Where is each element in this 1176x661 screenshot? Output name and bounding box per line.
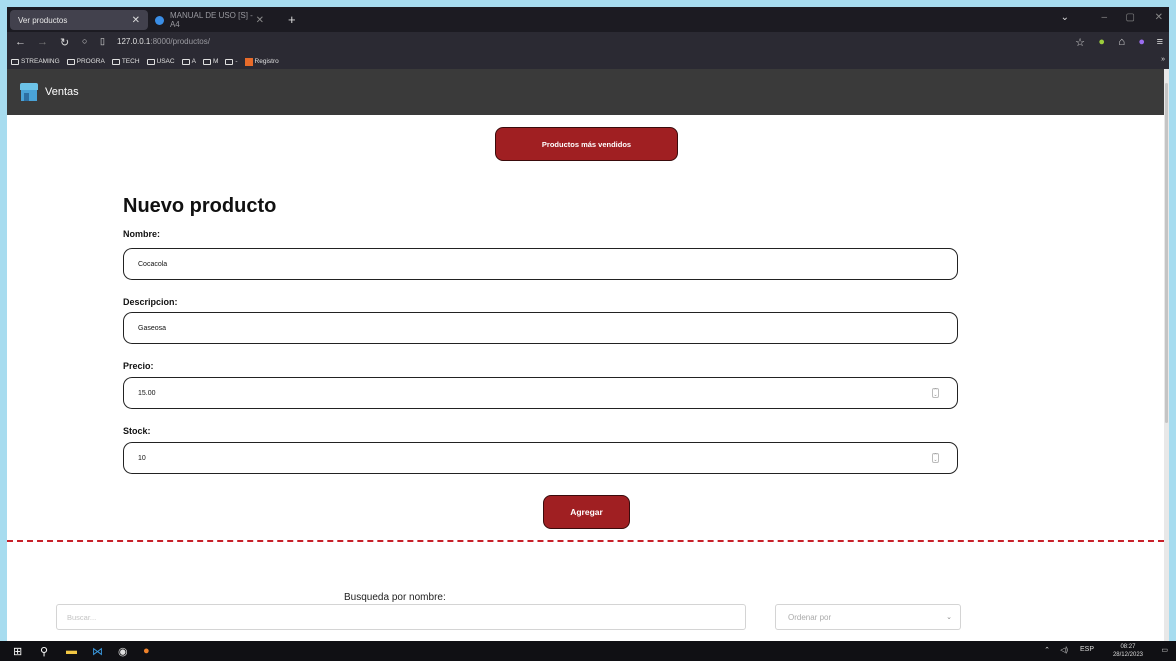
browser-window: Ver productos ✕ MANUAL DE USO [S] - A4 ✕… <box>7 7 1169 641</box>
precio-label: Precio: <box>123 361 154 371</box>
descripcion-label: Descripcion: <box>123 297 178 307</box>
reload-icon[interactable]: ↻ <box>60 36 69 49</box>
folder-icon <box>11 58 19 65</box>
page-icon: ▯ <box>100 36 105 46</box>
new-tab-button[interactable]: + <box>288 12 296 27</box>
descripcion-value: Gaseosa <box>138 324 167 332</box>
forward-icon[interactable]: → <box>37 36 48 48</box>
app-header: Ventas <box>7 69 1164 115</box>
clock-date: 28/12/2023 <box>1112 652 1143 658</box>
precio-field[interactable]: 15.00 ⌃ ⌄ <box>123 377 958 409</box>
speaker-icon[interactable]: ◁) <box>1060 646 1068 654</box>
search-label: Busqueda por nombre: <box>344 592 446 603</box>
language-indicator[interactable]: ESP <box>1080 646 1094 653</box>
precio-value: 15.00 <box>138 389 156 397</box>
folder-icon <box>111 58 120 65</box>
nav-bar: ← → ↻ ○ ▯ 127.0.0.1:8000/productos/ ☆ ● … <box>7 32 1169 54</box>
folder-icon <box>146 58 155 65</box>
scrollbar[interactable] <box>1164 69 1169 641</box>
chevron-down-icon[interactable]: ⌄ <box>1061 12 1069 23</box>
bookmarks-overflow-icon[interactable]: » <box>1161 56 1165 63</box>
menu-icon[interactable]: ≡ <box>1157 36 1163 48</box>
media-player-icon[interactable]: ◉ <box>118 645 128 658</box>
home-icon[interactable]: ⌂ <box>1118 36 1125 48</box>
url-host: 127.0.0.1 <box>117 37 151 46</box>
order-placeholder: Ordenar por <box>788 612 832 622</box>
folder-icon <box>202 58 211 65</box>
stock-value: 10 <box>138 454 146 462</box>
file-explorer-icon[interactable]: ▬ <box>66 645 77 657</box>
url-path: :8000/productos/ <box>150 37 210 46</box>
search-placeholder: Buscar... <box>67 612 97 622</box>
tab-manual-de-uso[interactable]: MANUAL DE USO [S] - A4 ✕ <box>147 10 272 30</box>
search-icon[interactable]: ⚲ <box>40 645 48 658</box>
bookmark-tech[interactable]: TECH <box>111 58 140 65</box>
add-button[interactable]: Agregar <box>543 495 630 529</box>
folder-icon <box>66 58 75 65</box>
store-icon[interactable] <box>20 83 38 101</box>
number-spinner-icon[interactable]: ⌃ ⌄ <box>932 453 939 463</box>
close-icon[interactable]: ✕ <box>132 15 140 26</box>
clock-time: 08:27 <box>1120 644 1136 650</box>
descripcion-field[interactable]: Gaseosa <box>123 312 958 344</box>
brand-title[interactable]: Ventas <box>45 86 79 98</box>
bookmark-dash[interactable]: - <box>225 58 238 65</box>
number-spinner-icon[interactable]: ⌃ ⌄ <box>932 388 939 398</box>
firefox-icon[interactable]: ● <box>143 645 150 657</box>
stock-field[interactable]: 10 ⌃ ⌄ <box>123 442 958 474</box>
tab-label: Ver productos <box>18 15 68 25</box>
vscode-icon[interactable]: ⋈ <box>92 645 103 658</box>
maximize-icon[interactable]: ▢ <box>1126 12 1135 23</box>
chevron-up-icon[interactable]: ⌃ <box>1044 646 1050 654</box>
clock[interactable]: 08:27 28/12/2023 <box>1113 643 1143 659</box>
extension-icon[interactable]: ● <box>1098 36 1105 48</box>
tab-bar: Ver productos ✕ MANUAL DE USO [S] - A4 ✕… <box>7 7 1169 32</box>
nombre-label: Nombre: <box>123 229 161 239</box>
bookmarks-bar: STREAMING PROGRA TECH USAC A M - Registr… <box>7 54 1169 69</box>
windows-start-icon[interactable]: ⊞ <box>13 645 22 658</box>
scrollbar-thumb[interactable] <box>1165 83 1168 423</box>
order-select[interactable]: Ordenar por ⌄ <box>775 604 961 630</box>
tab-ver-productos[interactable]: Ver productos ✕ <box>10 10 148 30</box>
bookmark-streaming[interactable]: STREAMING <box>11 58 60 65</box>
bookmark-progra[interactable]: PROGRA <box>66 58 105 65</box>
profile-icon[interactable]: ● <box>1138 36 1145 48</box>
taskbar: ⊞ ⚲ ▬ ⋈ ◉ ● ⌃ ◁) ESP 08:27 28/12/2023 ▭ <box>0 641 1176 661</box>
bookmark-m[interactable]: M <box>202 58 218 65</box>
best-sellers-button[interactable]: Productos más vendidos <box>495 127 678 161</box>
page-content: Productos más vendidos Nuevo producto No… <box>7 115 1164 641</box>
chevron-down-icon: ⌄ <box>946 614 952 621</box>
folder-icon <box>181 58 190 65</box>
bookmark-usac[interactable]: USAC <box>146 58 175 65</box>
spreadsheet-icon <box>244 57 253 66</box>
shield-icon[interactable]: ○ <box>82 36 87 46</box>
close-icon[interactable]: ✕ <box>256 15 264 26</box>
search-input[interactable]: Buscar... <box>56 604 746 630</box>
back-icon[interactable]: ← <box>15 36 26 48</box>
bookmark-registro[interactable]: Registro <box>244 57 279 66</box>
tab-label: MANUAL DE USO [S] - A4 <box>169 11 253 29</box>
bookmark-star-icon[interactable]: ☆ <box>1075 36 1085 49</box>
bookmark-a[interactable]: A <box>181 58 196 65</box>
minimize-icon[interactable]: – <box>1101 12 1107 23</box>
url-bar[interactable]: 127.0.0.1:8000/productos/ <box>117 37 210 46</box>
nombre-value: Cocacola <box>138 260 168 268</box>
nombre-field[interactable]: Cocacola <box>123 248 958 280</box>
page-title: Nuevo producto <box>123 195 277 217</box>
favicon-icon <box>155 15 164 25</box>
stock-label: Stock: <box>123 426 151 436</box>
notification-icon[interactable]: ▭ <box>1161 646 1168 654</box>
close-window-icon[interactable]: ✕ <box>1155 12 1163 23</box>
divider <box>7 540 1164 542</box>
folder-icon <box>225 58 234 65</box>
